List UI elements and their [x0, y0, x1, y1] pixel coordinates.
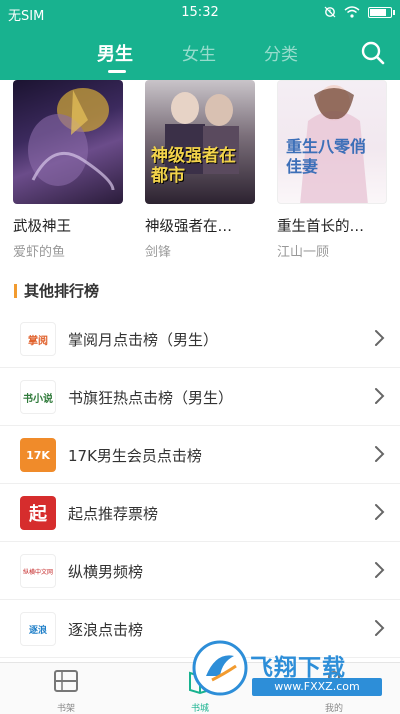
battery-icon [368, 6, 395, 18]
book-title[interactable]: 重生首长的… [277, 215, 364, 236]
bookshelf-icon [54, 670, 78, 692]
search-icon[interactable] [358, 38, 388, 68]
status-bar: 无SIM 15:32 [0, 0, 400, 26]
wifi-icon [344, 6, 360, 18]
list-item-zhangyue[interactable]: 掌阅 掌阅月点击榜（男生） [0, 310, 400, 368]
ranking-label: 17K男生会员点击榜 [68, 447, 202, 465]
list-item-17k[interactable]: 17K 17K男生会员点击榜 [0, 426, 400, 484]
logo-text: 书小说 [23, 393, 53, 405]
book-author: 江山一顾 [277, 245, 330, 260]
book-cover-title: 重生八零俏佳妻 [286, 137, 367, 176]
nav-bookshelf[interactable]: 书架 [26, 667, 106, 714]
watermark-logo-icon [192, 640, 248, 696]
chevron-right-icon [375, 620, 385, 636]
watermark-text: 飞翔下载 [250, 655, 346, 681]
chevron-right-icon [375, 330, 385, 346]
section-header: 其他排行榜 [14, 280, 99, 301]
17k-logo-icon: 17K [20, 438, 56, 472]
featured-books: 武极神王 爱虾的鱼 神级强者在都市 神级强者在… 剑锋 重生八零俏佳妻 重生首长… [0, 80, 400, 270]
chevron-right-icon [375, 446, 385, 462]
ranking-label: 书旗狂热点击榜（男生） [68, 389, 234, 407]
logo-text: 掌阅 [28, 335, 48, 347]
list-item-zongheng[interactable]: 纵横中文网 纵横男频榜 [0, 542, 400, 600]
book-card[interactable]: 重生八零俏佳妻 重生首长的… 江山一顾 [277, 80, 389, 260]
nav-label: 我的 [324, 704, 343, 714]
book-card[interactable]: 神级强者在都市 神级强者在… 剑锋 [145, 80, 257, 260]
watermark: 飞翔下载 www.FXXZ.com [192, 636, 392, 700]
top-nav: 男生 女生 分类 [0, 26, 400, 80]
ranking-label: 逐浪点击榜 [68, 621, 144, 639]
list-item-qidian[interactable]: 起 起点推荐票榜 [0, 484, 400, 542]
alarm-icon [324, 6, 336, 18]
nav-label: 书架 [56, 704, 75, 714]
status-icons [324, 6, 395, 18]
section-accent-bar [14, 283, 17, 298]
tab-category[interactable]: 分类 [264, 40, 298, 65]
ranking-label: 起点推荐票榜 [68, 505, 159, 523]
chevron-right-icon [375, 562, 385, 578]
book-title[interactable]: 神级强者在… [145, 215, 232, 236]
book-title[interactable]: 武极神王 [13, 215, 71, 236]
tab-female[interactable]: 女生 [182, 40, 216, 65]
book-cover-art [28, 88, 115, 191]
shuqi-logo-icon: 书小说 [20, 380, 56, 414]
book-author: 剑锋 [145, 245, 172, 260]
tab-male[interactable]: 男生 [97, 40, 133, 66]
book-cover-title: 神级强者在都市 [151, 146, 236, 186]
watermark-url: www.FXXZ.com [252, 678, 382, 696]
logo-text: 17K [26, 448, 50, 462]
logo-text: 起 [29, 504, 47, 525]
nav-label: 书城 [190, 704, 209, 714]
list-item-shuqi[interactable]: 书小说 书旗狂热点击榜（男生） [0, 368, 400, 426]
chevron-right-icon [375, 504, 385, 520]
zhangyue-logo-icon: 掌阅 [20, 322, 56, 356]
book-cover[interactable]: 重生八零俏佳妻 [277, 80, 387, 204]
book-cover[interactable]: 神级强者在都市 [145, 80, 255, 204]
zhulang-logo-icon: 逐浪 [20, 612, 56, 646]
section-title: 其他排行榜 [24, 282, 100, 300]
book-cover[interactable] [13, 80, 123, 204]
chevron-right-icon [375, 388, 385, 404]
logo-text: 纵横中文网 [22, 568, 53, 576]
ranking-label: 掌阅月点击榜（男生） [68, 331, 219, 349]
book-card[interactable]: 武极神王 爱虾的鱼 [13, 80, 125, 260]
logo-text: 逐浪 [28, 625, 47, 636]
zongheng-logo-icon: 纵横中文网 [20, 554, 56, 588]
active-tab-indicator [108, 70, 126, 73]
book-author: 爱虾的鱼 [13, 245, 66, 260]
ranking-label: 纵横男频榜 [68, 563, 144, 581]
qidian-logo-icon: 起 [20, 496, 56, 530]
